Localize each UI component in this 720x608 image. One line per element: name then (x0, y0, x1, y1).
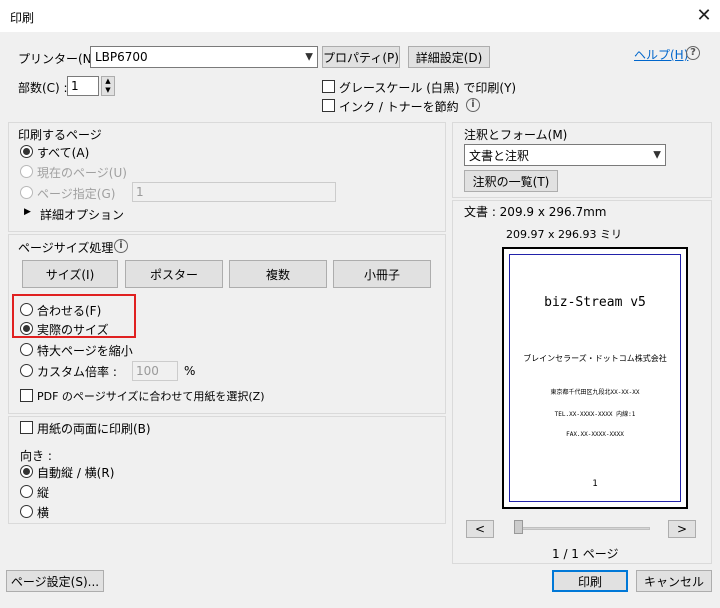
pages-range-label: ページ指定(G) (37, 187, 116, 201)
printer-select-value: LBP6700 (95, 50, 148, 64)
info-icon[interactable]: i (466, 98, 480, 112)
save-ink-checkbox[interactable] (322, 99, 335, 112)
tab-size[interactable]: サイズ(I) (22, 260, 118, 288)
help-link[interactable]: ヘルプ(H) (634, 46, 688, 63)
orientation-auto-label: 自動縦 / 横(R) (37, 466, 115, 480)
pages-all-radio[interactable] (20, 145, 33, 158)
document-size: 文書 : 209.9 x 296.7mm (464, 205, 607, 219)
duplex-checkbox[interactable] (20, 421, 33, 434)
comments-heading: 注釈とフォーム(M) (464, 128, 568, 142)
pages-current-radio[interactable] (20, 165, 33, 178)
custom-scale-radio[interactable] (20, 364, 33, 377)
preview-line-company: ブレインセラーズ・ドットコム株式会社 (523, 354, 667, 363)
pages-all-label: すべて(A) (37, 146, 90, 160)
actual-size-label: 実際のサイズ (37, 323, 109, 337)
pages-current-label: 現在のページ(U) (37, 166, 127, 180)
pages-range-input[interactable]: 1 (132, 182, 336, 202)
fit-label: 合わせる(F) (37, 304, 102, 318)
shrink-radio[interactable] (20, 343, 33, 356)
prev-page-button[interactable]: < (466, 520, 494, 538)
fit-radio[interactable] (20, 303, 33, 316)
help-question-icon[interactable]: ? (686, 46, 700, 60)
preview-page: biz-Stream v5 ブレインセラーズ・ドットコム株式会社 東京都千代田区… (502, 247, 688, 509)
summarize-comments-button[interactable]: 注釈の一覧(T) (464, 170, 558, 192)
pages-heading: 印刷するページ (18, 128, 102, 142)
pages-range-radio[interactable] (20, 186, 33, 199)
copies-label: 部数(C) : (18, 81, 68, 95)
grayscale-label: グレースケール (白黒) で印刷(Y) (339, 81, 517, 95)
preview-line-address: 東京都千代田区九段北XX-XX-XX (550, 389, 640, 396)
orientation-portrait-radio[interactable] (20, 485, 33, 498)
expand-triangle-icon[interactable]: ▶ (24, 207, 31, 217)
preview-slider-track[interactable] (514, 527, 650, 530)
preview-line-tel: TEL.XX-XXXX-XXXX 内線:1 (554, 411, 636, 418)
advanced-button[interactable]: 詳細設定(D) (408, 46, 490, 68)
properties-button[interactable]: プロパティ(P) (322, 46, 400, 68)
chevron-down-icon: ▼ (653, 149, 661, 161)
comments-select[interactable]: 文書と注釈 ▼ (464, 144, 666, 166)
orientation-portrait-label: 縦 (37, 486, 50, 500)
custom-scale-label: カスタム倍率 : (37, 365, 117, 379)
page-setup-button[interactable]: ページ設定(S)... (6, 570, 104, 592)
percent-label: % (184, 364, 196, 378)
actual-size-radio[interactable] (20, 322, 33, 335)
grayscale-checkbox[interactable] (322, 80, 335, 93)
orientation-heading: 向き : (20, 449, 52, 463)
copies-input[interactable]: 1 (67, 76, 99, 96)
cancel-button[interactable]: キャンセル (636, 570, 712, 592)
choose-paper-checkbox[interactable] (20, 389, 33, 402)
title-bar (0, 0, 720, 32)
duplex-label: 用紙の両面に印刷(B) (37, 422, 151, 436)
chevron-down-icon: ▼ (305, 51, 313, 63)
orientation-landscape-label: 横 (37, 506, 50, 520)
printer-select[interactable]: LBP6700 ▼ (90, 46, 318, 68)
orientation-landscape-radio[interactable] (20, 505, 33, 518)
comments-select-value: 文書と注釈 (469, 148, 530, 163)
preview-line-title: biz-Stream v5 (544, 295, 646, 310)
preview-slider-thumb[interactable] (514, 520, 523, 534)
paper-size: 209.97 x 296.93 ミリ (506, 228, 622, 241)
tab-multiple[interactable]: 複数 (229, 260, 327, 288)
custom-scale-input[interactable]: 100 (132, 361, 178, 381)
sizing-info-icon[interactable]: i (114, 239, 128, 253)
close-icon[interactable]: ✕ (692, 4, 716, 28)
orientation-auto-radio[interactable] (20, 465, 33, 478)
print-button[interactable]: 印刷 (552, 570, 628, 592)
choose-paper-label: PDF のページサイズに合わせて用紙を選択(Z) (37, 390, 265, 403)
preview-line-fax: FAX.XX-XXXX-XXXX (566, 431, 624, 438)
sizing-heading: ページサイズ処理 (18, 241, 114, 255)
more-options-toggle[interactable]: 詳細オプション (40, 206, 124, 223)
tab-poster[interactable]: ポスター (125, 260, 223, 288)
preview-page-number: 1 (592, 479, 598, 489)
tab-booklet[interactable]: 小冊子 (333, 260, 431, 288)
save-ink-label: インク / トナーを節約 (339, 100, 459, 114)
copies-spinner[interactable]: ▲ ▼ (101, 76, 115, 96)
next-page-button[interactable]: > (668, 520, 696, 538)
shrink-label: 特大ページを縮小 (37, 344, 133, 358)
preview-page-border: biz-Stream v5 ブレインセラーズ・ドットコム株式会社 東京都千代田区… (509, 254, 681, 502)
page-indicator: 1 / 1 ページ (552, 547, 619, 561)
window-title: 印刷 (10, 11, 35, 25)
